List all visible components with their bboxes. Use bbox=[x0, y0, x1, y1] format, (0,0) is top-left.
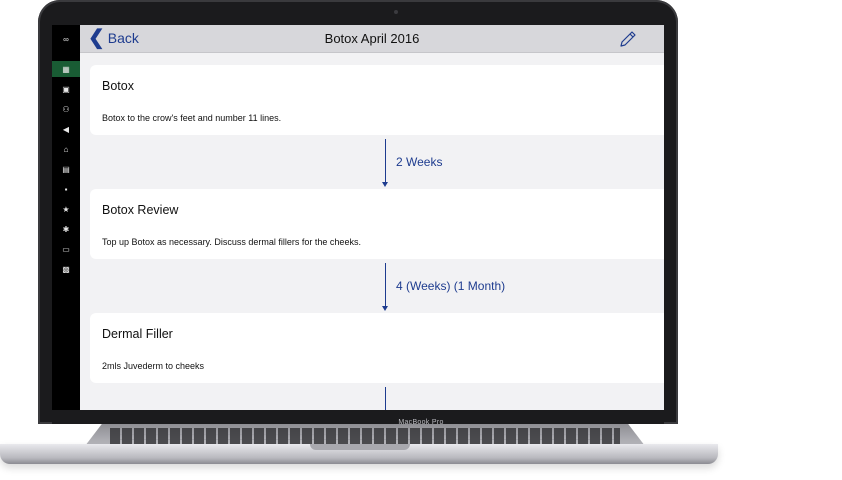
basket-icon: ⌂ bbox=[63, 144, 69, 154]
page-title: Botox April 2016 bbox=[324, 31, 420, 46]
star-icon: ★ bbox=[62, 204, 70, 214]
interval-connector bbox=[385, 387, 386, 410]
plan-interval: 4 (Weeks) (1 Month) bbox=[90, 261, 664, 315]
step-description: 2mls Juvederm to cheeks bbox=[102, 361, 205, 371]
sidebar-item-calendar[interactable]: ▦ bbox=[52, 61, 80, 77]
interval-label: 2 Weeks bbox=[396, 155, 443, 169]
interval-connector bbox=[385, 139, 386, 185]
plan-step-card[interactable]: Botox Botox to the crow's feet and numbe… bbox=[90, 65, 664, 135]
contact-icon: ▪ bbox=[64, 184, 68, 194]
list-icon: ▤ bbox=[62, 164, 70, 174]
arrow-down-icon bbox=[382, 306, 388, 311]
arrow-down-icon bbox=[382, 182, 388, 187]
keyboard-keys bbox=[110, 428, 620, 444]
plan-interval bbox=[90, 385, 664, 410]
edit-button[interactable] bbox=[618, 29, 638, 49]
sidebar-item-card[interactable]: ▭ bbox=[52, 241, 80, 257]
megaphone-icon: ◀ bbox=[62, 124, 70, 134]
sidebar-item-people[interactable]: ⚇ bbox=[52, 101, 80, 117]
step-description: Top up Botox as necessary. Discuss derma… bbox=[102, 237, 361, 247]
box-icon: ▩ bbox=[62, 264, 70, 274]
plan-interval: 2 Weeks bbox=[90, 137, 664, 191]
nav-bar: ❮ Back Botox April 2016 bbox=[80, 25, 664, 53]
calendar-icon: ▦ bbox=[62, 64, 70, 74]
opening-notch bbox=[310, 444, 410, 450]
sidebar: ∞ ▦ ▣ ⚇ ◀ ⌂ ▤ ▪ ★ ✱ ▭ ▩ bbox=[52, 25, 80, 410]
sidebar-item-settings[interactable]: ✱ bbox=[52, 221, 80, 237]
sidebar-item-star[interactable]: ★ bbox=[52, 201, 80, 217]
app-screen: ∞ ▦ ▣ ⚇ ◀ ⌂ ▤ ▪ ★ ✱ ▭ ▩ ❮ Back Botox Apr… bbox=[52, 25, 664, 410]
sidebar-item-megaphone[interactable]: ◀ bbox=[52, 121, 80, 137]
pencil-icon bbox=[620, 31, 636, 47]
date-icon: ▣ bbox=[62, 84, 70, 94]
sidebar-item-list[interactable]: ▤ bbox=[52, 161, 80, 177]
sidebar-item-box[interactable]: ▩ bbox=[52, 261, 80, 277]
sidebar-item-basket[interactable]: ⌂ bbox=[52, 141, 80, 157]
step-title: Botox Review bbox=[102, 203, 179, 217]
camera bbox=[394, 10, 398, 14]
step-description: Botox to the crow's feet and number 11 l… bbox=[102, 113, 282, 123]
sidebar-item-contact[interactable]: ▪ bbox=[52, 181, 80, 197]
plan-step-card[interactable]: Dermal Filler 2mls Juvederm to cheeks bbox=[90, 313, 664, 383]
infinity-icon: ∞ bbox=[63, 34, 69, 44]
plan-step-card[interactable]: Botox Review Top up Botox as necessary. … bbox=[90, 189, 664, 259]
gear-icon: ✱ bbox=[62, 224, 70, 234]
interval-label: 4 (Weeks) (1 Month) bbox=[396, 279, 506, 293]
step-title: Dermal Filler bbox=[102, 327, 173, 341]
sidebar-item-infinity[interactable]: ∞ bbox=[52, 31, 80, 47]
card-icon: ▭ bbox=[62, 244, 70, 254]
people-icon: ⚇ bbox=[62, 104, 70, 114]
sidebar-item-date[interactable]: ▣ bbox=[52, 81, 80, 97]
interval-connector bbox=[385, 263, 386, 309]
step-title: Botox bbox=[102, 79, 134, 93]
